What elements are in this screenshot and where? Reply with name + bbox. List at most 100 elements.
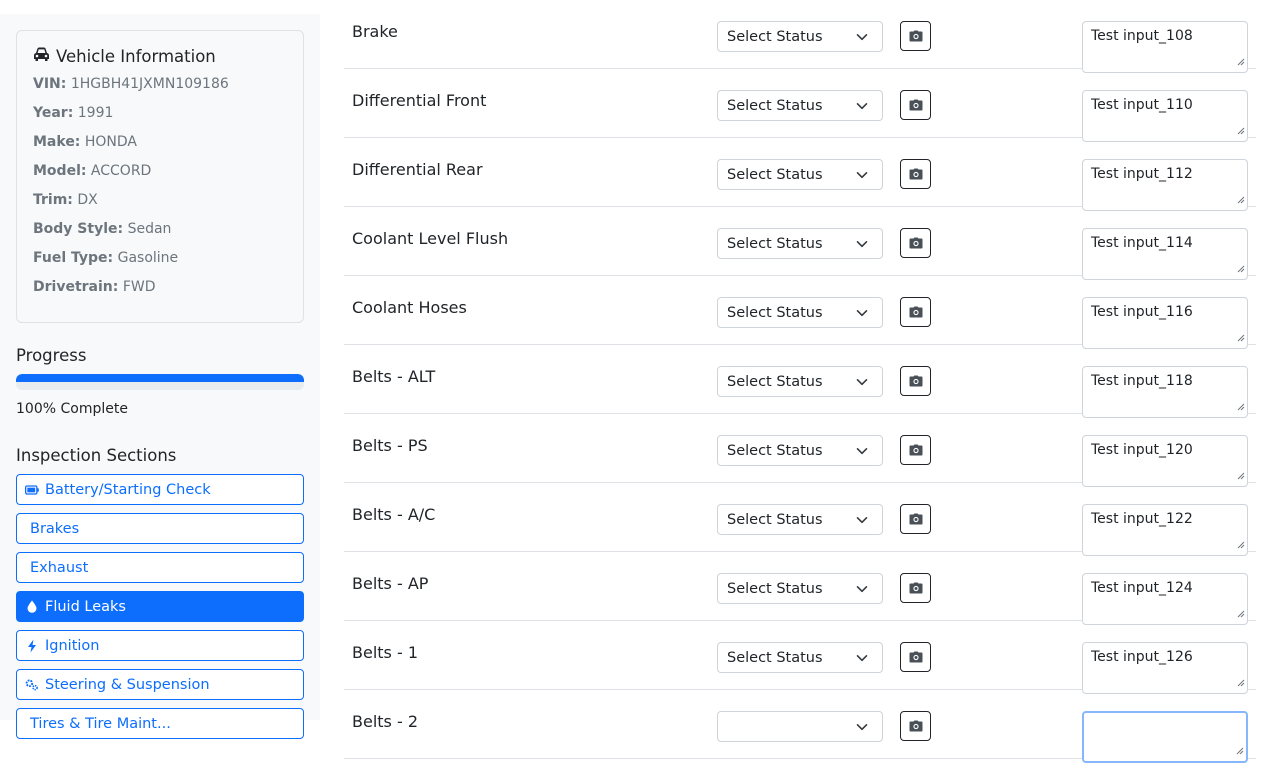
make-value: HONDA — [84, 134, 138, 150]
resize-grip-icon[interactable] — [1237, 468, 1245, 484]
status-select[interactable] — [717, 711, 883, 742]
camera-icon — [909, 720, 923, 732]
vehicle-info-card: Vehicle Information VIN: 1HGBH41JXMN1091… — [16, 30, 304, 323]
section-button-battery-starting-check[interactable]: Battery/Starting Check — [16, 474, 304, 505]
inspection-item-row: Belts - AP Select Status Test input_124 — [344, 552, 1256, 625]
section-button-steering-suspension[interactable]: Steering & Suspension — [16, 669, 304, 700]
resize-grip-icon[interactable] — [1237, 54, 1245, 70]
photo-button[interactable] — [900, 159, 931, 189]
camera-icon — [909, 375, 923, 387]
notes-textarea[interactable]: Test input_120 — [1082, 435, 1248, 487]
status-select-value: Select Status — [727, 28, 823, 45]
resize-grip-icon[interactable] — [1237, 123, 1245, 139]
notes-textarea[interactable]: Test input_114 — [1082, 228, 1248, 280]
progress-text: 100% Complete — [16, 401, 128, 417]
camera-icon — [909, 513, 923, 525]
section-button-fluid-leaks[interactable]: Fluid Leaks — [16, 591, 304, 622]
status-select[interactable]: Select Status — [717, 159, 883, 190]
notes-textarea[interactable]: Test input_126 — [1082, 642, 1248, 694]
resize-grip-icon[interactable] — [1237, 330, 1245, 346]
status-select[interactable]: Select Status — [717, 642, 883, 673]
inspection-item-row: Coolant Level Flush Select Status Test inp… — [344, 207, 1256, 280]
drivetrain-value: FWD — [122, 279, 156, 295]
camera-icon — [909, 168, 923, 180]
section-button-label: Tires & Tire Maint... — [30, 715, 171, 732]
camera-icon — [909, 651, 923, 663]
notes-textarea[interactable]: Test input_108 — [1082, 21, 1248, 73]
section-button-label: Steering & Suspension — [45, 676, 210, 693]
photo-button[interactable] — [900, 90, 931, 120]
resize-grip-icon[interactable] — [1237, 606, 1245, 622]
fuel-type-label: Fuel Type: — [33, 250, 114, 266]
camera-icon — [909, 237, 923, 249]
inspection-item-name: Belts - PS — [352, 436, 428, 455]
section-button-label: Ignition — [45, 637, 100, 654]
inspection-item-name: Coolant Hoses — [352, 298, 467, 317]
status-select-value: Select Status — [727, 97, 823, 114]
fuel-type-row: Fuel Type: Gasoline — [33, 250, 178, 266]
inspection-item-name: Differential Front — [352, 91, 487, 110]
chevron-down-icon — [856, 652, 868, 668]
notes-textarea[interactable]: Test input_124 — [1082, 573, 1248, 625]
photo-button[interactable] — [900, 504, 931, 534]
section-button-ignition[interactable]: Ignition — [16, 630, 304, 661]
section-button-exhaust[interactable]: Exhaust — [16, 552, 304, 583]
section-button-brakes[interactable]: Brakes — [16, 513, 304, 544]
chevron-down-icon — [856, 307, 868, 323]
resize-grip-icon[interactable] — [1237, 675, 1245, 691]
photo-button[interactable] — [900, 228, 931, 258]
resize-grip-icon[interactable] — [1237, 537, 1245, 553]
inspection-item-name: Belts - AP — [352, 574, 429, 593]
notes-textarea[interactable]: Test input_110 — [1082, 90, 1248, 142]
progress-label: Progress — [16, 346, 87, 365]
inspection-item-name: Belts - 2 — [352, 712, 418, 731]
make-row: Make: HONDA — [33, 134, 137, 150]
status-select[interactable]: Select Status — [717, 297, 883, 328]
status-select[interactable]: Select Status — [717, 366, 883, 397]
status-select[interactable]: Select Status — [717, 21, 883, 52]
year-row: Year: 1991 — [33, 105, 113, 121]
droplet-icon — [25, 600, 39, 613]
photo-button[interactable] — [900, 711, 931, 741]
inspection-item-row: Belts - A/C Select Status Test input_122 — [344, 483, 1256, 556]
notes-textarea[interactable] — [1082, 711, 1248, 763]
photo-button[interactable] — [900, 297, 931, 327]
photo-button[interactable] — [900, 21, 931, 51]
inspection-item-row: Coolant Hoses Select Status Test input_116 — [344, 276, 1256, 349]
status-select[interactable]: Select Status — [717, 573, 883, 604]
status-select[interactable]: Select Status — [717, 435, 883, 466]
inspection-item-name: Differential Rear — [352, 160, 483, 179]
progress-bar-fill — [16, 374, 304, 382]
battery-icon — [25, 484, 39, 495]
inspection-item-row: Belts - PS Select Status Test input_120 — [344, 414, 1256, 487]
camera-icon — [909, 306, 923, 318]
drivetrain-row: Drivetrain: FWD — [33, 279, 156, 295]
section-button-tires-tire-maint[interactable]: Tires & Tire Maint... — [16, 708, 304, 739]
notes-textarea[interactable]: Test input_116 — [1082, 297, 1248, 349]
trim-label: Trim: — [33, 192, 73, 208]
notes-textarea[interactable]: Test input_118 — [1082, 366, 1248, 418]
resize-grip-icon[interactable] — [1237, 261, 1245, 277]
resize-grip-icon[interactable] — [1237, 192, 1245, 208]
status-select[interactable]: Select Status — [717, 228, 883, 259]
status-select-value: Select Status — [727, 649, 823, 666]
resize-grip-icon[interactable] — [1236, 743, 1244, 759]
photo-button[interactable] — [900, 573, 931, 603]
status-select[interactable]: Select Status — [717, 90, 883, 121]
chevron-down-icon — [856, 238, 868, 254]
camera-icon — [909, 30, 923, 42]
section-button-label: Exhaust — [30, 559, 89, 576]
vin-row: VIN: 1HGBH41JXMN109186 — [33, 76, 229, 92]
photo-button[interactable] — [900, 642, 931, 672]
notes-textarea[interactable]: Test input_122 — [1082, 504, 1248, 556]
notes-value: Test input_114 — [1091, 235, 1193, 251]
status-select[interactable]: Select Status — [717, 504, 883, 535]
photo-button[interactable] — [900, 366, 931, 396]
camera-icon — [909, 99, 923, 111]
model-row: Model: ACCORD — [33, 163, 151, 179]
notes-value: Test input_124 — [1091, 580, 1193, 596]
notes-textarea[interactable]: Test input_112 — [1082, 159, 1248, 211]
resize-grip-icon[interactable] — [1237, 399, 1245, 415]
photo-button[interactable] — [900, 435, 931, 465]
year-value: 1991 — [77, 105, 114, 121]
